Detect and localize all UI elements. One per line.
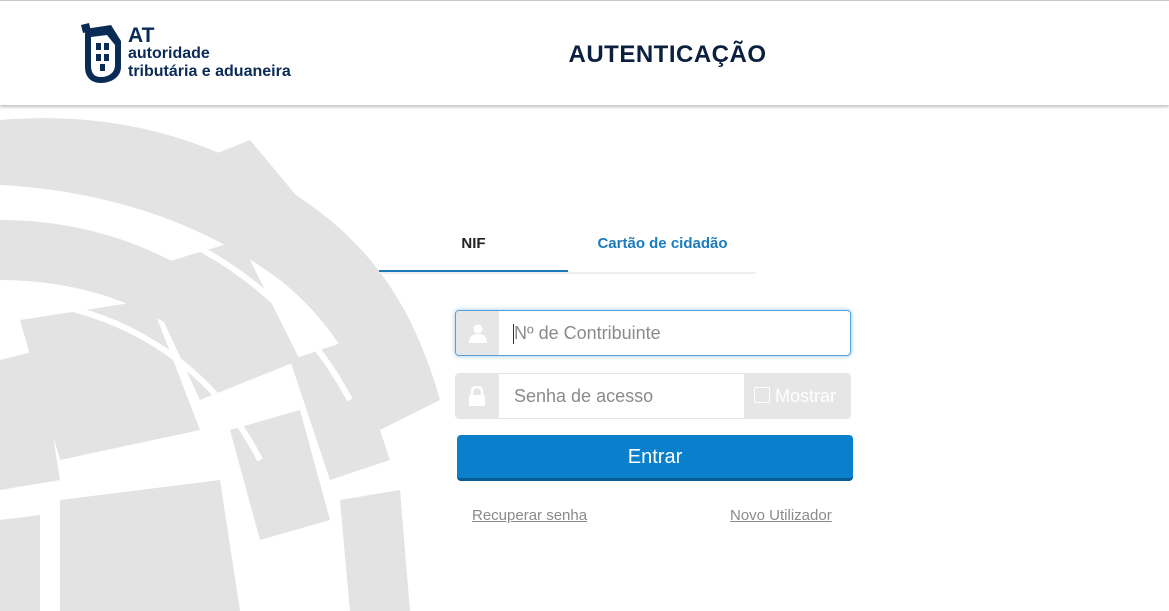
top-header: AT autoridade tributária e aduaneira AUT… — [0, 0, 1169, 105]
nif-addon — [456, 311, 499, 355]
nif-input[interactable] — [499, 311, 850, 355]
lock-icon — [469, 386, 485, 406]
text-caret — [513, 324, 514, 344]
user-icon — [469, 324, 487, 343]
show-password-checkbox[interactable] — [754, 387, 770, 403]
show-password-toggle[interactable]: Mostrar — [744, 374, 850, 418]
nif-field — [455, 310, 851, 356]
auth-method-tabs: NIF Cartão de cidadão — [379, 222, 756, 274]
show-password-label: Mostrar — [775, 386, 837, 406]
submit-button[interactable]: Entrar — [457, 435, 853, 481]
page-title: AUTENTICAÇÃO — [568, 41, 767, 68]
recover-password-link[interactable]: Recuperar senha — [472, 507, 587, 524]
password-input[interactable] — [499, 374, 745, 418]
login-page: AT autoridade tributária e aduaneira AUT… — [0, 0, 1169, 611]
tab-cartao-cidadao[interactable]: Cartão de cidadão — [568, 222, 757, 270]
new-user-link[interactable]: Novo Utilizador — [730, 507, 832, 524]
password-field: Mostrar — [455, 373, 851, 419]
password-addon — [456, 374, 499, 418]
tab-nif[interactable]: NIF — [379, 222, 568, 272]
background-emblem-icon — [0, 118, 440, 611]
